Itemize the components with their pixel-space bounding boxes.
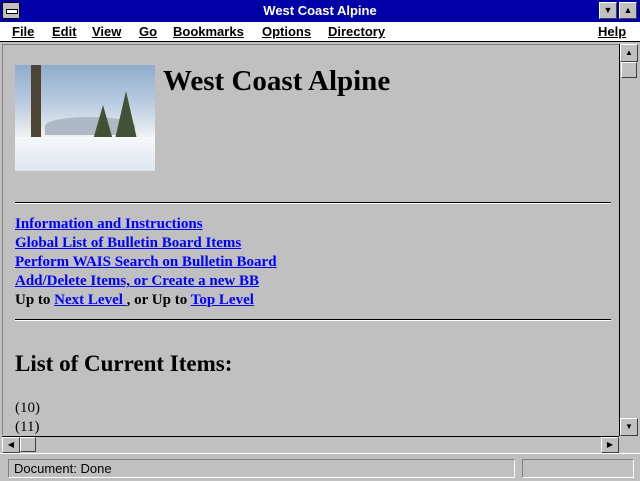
menu-file[interactable]: File xyxy=(12,24,34,39)
link-add-delete[interactable]: Add/Delete Items, or Create a new BB xyxy=(15,273,259,289)
minimize-arrow-icon: ▼ xyxy=(603,5,613,15)
status-bar: Document: Done xyxy=(0,453,640,481)
status-progress-bar xyxy=(522,459,634,478)
horizontal-rule-bottom xyxy=(15,319,611,321)
browser-window: West Coast Alpine ▼ ▲ File Edit View Go … xyxy=(0,0,640,481)
horizontal-scrollbar[interactable]: ◀ ▶ xyxy=(2,436,619,453)
link-next-level[interactable]: Next Level xyxy=(54,292,126,308)
scroll-left-arrow-icon: ◀ xyxy=(7,440,15,449)
link-list: Information and Instructions Global List… xyxy=(15,215,277,310)
document-view: West Coast Alpine Information and Instru… xyxy=(2,44,619,435)
menu-bookmarks[interactable]: Bookmarks xyxy=(173,24,244,39)
vertical-scroll-thumb[interactable] xyxy=(621,62,637,78)
horizontal-rule-top xyxy=(15,202,611,204)
scroll-up-arrow-icon: ▲ xyxy=(625,48,633,57)
menu-view[interactable]: View xyxy=(92,24,121,39)
status-text: Document: Done xyxy=(8,459,515,478)
maximize-arrow-icon: ▲ xyxy=(623,5,633,15)
link-wais-search[interactable]: Perform WAIS Search on Bulletin Board xyxy=(15,254,277,270)
logo-image xyxy=(15,65,155,171)
link-information[interactable]: Information and Instructions xyxy=(15,216,203,232)
scroll-right-button[interactable]: ▶ xyxy=(601,437,619,453)
menu-options[interactable]: Options xyxy=(262,24,311,39)
list-item: (10) xyxy=(15,400,40,416)
section-title: List of Current Items: xyxy=(15,351,233,376)
horizontal-scroll-thumb[interactable] xyxy=(20,437,36,452)
maximize-button[interactable]: ▲ xyxy=(619,2,637,19)
menu-go[interactable]: Go xyxy=(139,24,157,39)
vertical-scrollbar[interactable]: ▲ ▼ xyxy=(619,44,638,436)
nav-middle: , or Up to xyxy=(126,292,191,308)
scroll-down-arrow-icon: ▼ xyxy=(625,422,633,431)
menu-edit[interactable]: Edit xyxy=(52,24,77,39)
navigation-line: Up to Next Level , or Up to Top Level xyxy=(15,291,277,310)
scroll-left-button[interactable]: ◀ xyxy=(2,437,20,453)
link-global-list[interactable]: Global List of Bulletin Board Items xyxy=(15,235,241,251)
list-item: (11) xyxy=(15,419,40,435)
item-list: (10) (11) xyxy=(15,399,40,435)
minimize-button[interactable]: ▼ xyxy=(599,2,617,19)
scroll-down-button[interactable]: ▼ xyxy=(620,418,638,436)
menu-directory[interactable]: Directory xyxy=(328,24,385,39)
menu-bar: File Edit View Go Bookmarks Options Dire… xyxy=(0,22,640,42)
link-top-level[interactable]: Top Level xyxy=(191,292,254,308)
scroll-right-arrow-icon: ▶ xyxy=(606,440,614,449)
page-heading: West Coast Alpine xyxy=(163,65,391,97)
menu-help[interactable]: Help xyxy=(598,24,626,39)
window-title: West Coast Alpine xyxy=(263,3,377,18)
title-bar: West Coast Alpine ▼ ▲ xyxy=(0,0,640,23)
nav-prefix: Up to xyxy=(15,292,55,308)
scroll-up-button[interactable]: ▲ xyxy=(620,44,638,62)
